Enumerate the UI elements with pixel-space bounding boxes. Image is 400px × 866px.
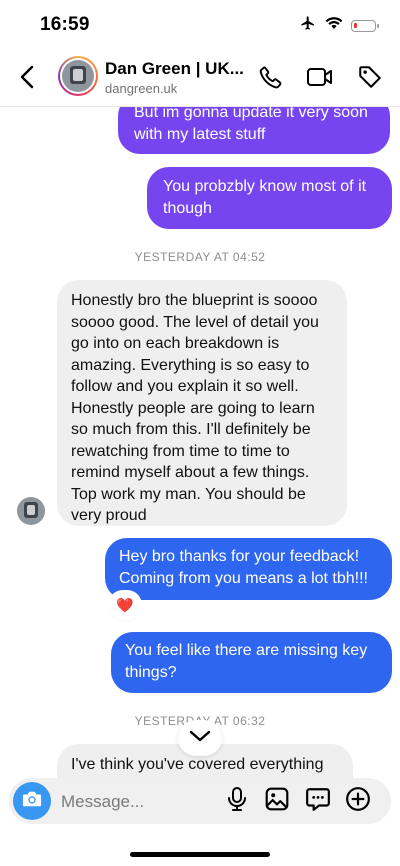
avatar[interactable]: [17, 497, 45, 525]
reaction-badge[interactable]: ❤️: [110, 592, 140, 618]
message-bubble[interactable]: But im gonna update it very soon with my…: [118, 106, 390, 154]
status-time: 16:59: [40, 14, 90, 35]
message-text: Hey bro thanks for your feedback! Coming…: [119, 548, 368, 587]
tag-button[interactable]: [355, 64, 385, 94]
message-composer: [9, 778, 391, 824]
message-text: You feel like there are missing key thin…: [125, 642, 368, 681]
scroll-to-bottom-button[interactable]: [178, 720, 222, 756]
message-text: I've think you've covered everything: [71, 756, 324, 773]
sticker-button[interactable]: [304, 787, 332, 815]
message-text: You probzbly know most of it though: [163, 178, 367, 217]
call-button[interactable]: [256, 64, 286, 94]
plus-circle-icon: [345, 786, 371, 817]
video-camera-icon: [306, 65, 334, 94]
chevron-down-icon: [189, 729, 211, 748]
message-text: But im gonna update it very soon with my…: [134, 106, 368, 143]
chevron-left-icon: [20, 65, 34, 94]
sticker-icon: [305, 786, 331, 817]
home-indicator[interactable]: [130, 852, 270, 857]
chat-header: Dan Green | UK... dangreen.uk: [0, 52, 400, 107]
back-button[interactable]: [20, 64, 46, 94]
camera-icon: [21, 789, 43, 814]
timestamp: YESTERDAY AT 04:52: [134, 250, 266, 264]
add-button[interactable]: [344, 786, 372, 817]
contact-name[interactable]: Dan Green | UK...: [105, 59, 244, 79]
message-bubble[interactable]: Hey bro thanks for your feedback! Coming…: [105, 538, 392, 600]
contact-handle[interactable]: dangreen.uk: [105, 81, 177, 96]
message-bubble[interactable]: You feel like there are missing key thin…: [111, 632, 392, 693]
image-icon: [264, 786, 290, 817]
message-bubble[interactable]: Honestly bro the blueprint is soooo sooo…: [57, 280, 347, 526]
contact-avatar[interactable]: [58, 56, 98, 96]
message-bubble[interactable]: You probzbly know most of it though: [147, 167, 392, 229]
battery-icon: [351, 19, 379, 32]
status-icons: [299, 15, 379, 36]
heart-reaction: ❤️: [116, 596, 134, 613]
message-text: Honestly bro the blueprint is soooo sooo…: [71, 292, 319, 524]
camera-button[interactable]: [13, 782, 51, 820]
status-bar: 16:59: [0, 0, 400, 52]
video-call-button[interactable]: [305, 64, 335, 94]
gallery-button[interactable]: [263, 787, 291, 815]
voice-message-button[interactable]: [223, 786, 251, 817]
microphone-icon: [226, 786, 248, 817]
tag-icon: [357, 64, 383, 95]
airplane-icon: [299, 15, 317, 36]
wifi-icon: [325, 16, 343, 35]
phone-icon: [258, 64, 284, 95]
message-list[interactable]: But im gonna update it very soon with my…: [0, 106, 400, 780]
message-input[interactable]: [59, 786, 213, 818]
